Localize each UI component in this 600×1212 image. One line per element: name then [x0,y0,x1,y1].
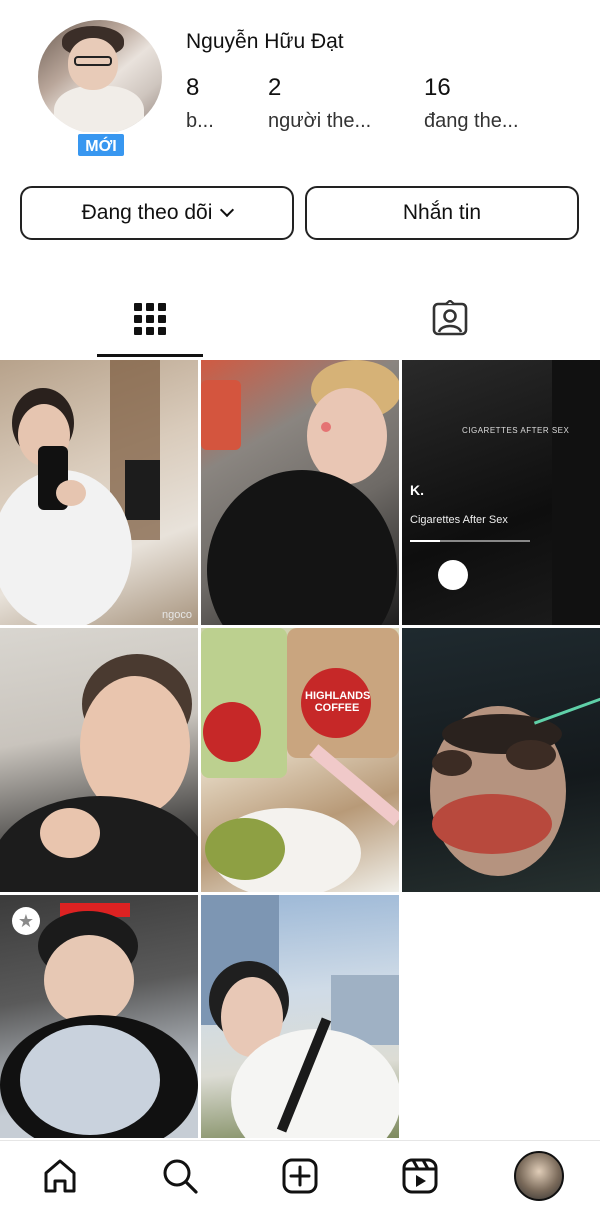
profile-avatar-thumbnail [514,1151,564,1201]
nav-profile[interactable] [514,1151,564,1201]
profile-tabs [0,280,600,358]
followers-count: 2 [268,74,282,101]
active-tab-indicator [97,354,203,357]
following-button-label: Đang theo dõi [81,201,213,224]
post-thumbnail-6[interactable] [402,628,600,892]
nav-home[interactable] [35,1151,85,1201]
new-badge: MỚI [76,132,126,158]
nav-search[interactable] [155,1151,205,1201]
grid-icon [134,303,166,335]
message-button[interactable]: Nhắn tin [305,186,579,240]
following-stat[interactable]: 16 đang the... [424,74,519,133]
reels-icon [402,1158,438,1194]
bottom-navigation [0,1140,600,1212]
post-thumbnail-5[interactable]: HIGHLANDS COFFEE [201,628,399,892]
home-icon [44,1159,76,1193]
post-caption-title: CIGARETTES AFTER SEX [462,426,570,435]
message-button-label: Nhắn tin [402,201,482,224]
create-icon [282,1158,318,1194]
pause-icon [438,560,468,590]
post-artist: K. [410,482,424,498]
following-label: đang the... [424,110,519,132]
post-thumbnail-2[interactable] [201,360,399,625]
followers-label: người the... [268,110,372,132]
posts-count: 8 [186,74,200,101]
followers-stat[interactable]: 2 người the... [268,74,371,133]
posts-label: b... [186,110,214,132]
nav-create[interactable] [275,1151,325,1201]
star-icon: ★ [12,907,40,935]
coffee-brand-label: HIGHLANDS COFFEE [305,690,371,714]
profile-username: Nguyễn Hữu Đạt [186,30,344,53]
profile-avatar[interactable] [38,20,162,134]
post-watermark: ngoco [162,609,192,621]
tagged-user-icon [432,300,468,336]
chevron-down-icon [220,202,235,218]
post-thumbnail-4[interactable] [0,628,198,892]
nav-reels[interactable] [395,1151,445,1201]
following-count: 16 [424,74,451,101]
search-icon [163,1159,198,1194]
post-thumbnail-3[interactable]: CIGARETTES AFTER SEX K. Cigarettes After… [402,360,600,625]
post-thumbnail-1[interactable]: ngoco [0,360,198,625]
profile-avatar-wrapper[interactable]: MỚI [38,20,162,158]
following-button[interactable]: Đang theo dõi [20,186,294,240]
tab-tagged[interactable] [300,280,600,358]
post-thumbnail-7[interactable]: ★ [0,895,198,1138]
tab-posts-grid[interactable] [0,280,300,358]
post-song: Cigarettes After Sex [410,514,508,526]
posts-stat[interactable]: 8 b... [186,74,214,133]
post-thumbnail-8[interactable] [201,895,399,1138]
